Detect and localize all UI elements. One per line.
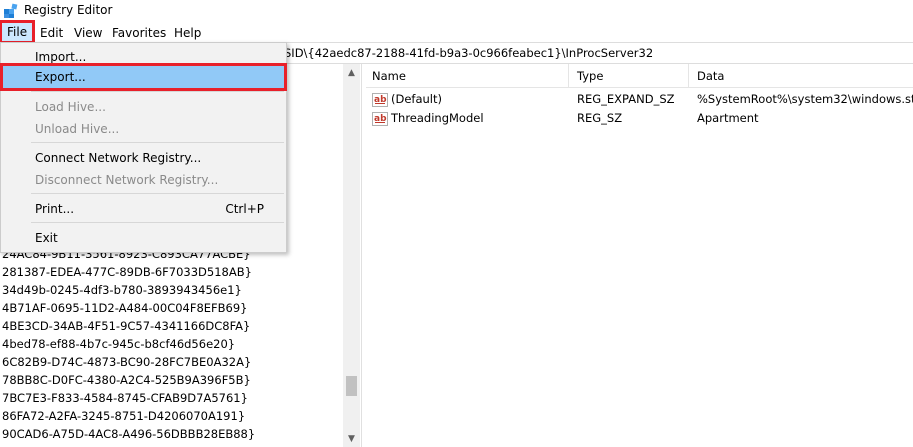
address-path: SID\{42aedc87-2188-41fd-b9a3-0c966feabec… [284,46,654,60]
value-name: ThreadingModel [391,111,484,125]
value-row[interactable]: ab ThreadingModel REG_SZ Apartment [366,109,913,128]
tree-node[interactable]: 7BC7E3-F833-4584-8745-CFAB9D7A5761} [2,388,248,408]
scroll-thumb[interactable] [346,376,357,396]
menu-item-disconnect-network-registry: Disconnect Network Registry... [35,173,219,187]
menu-item-import[interactable]: Import... [3,46,284,68]
menu-bar: File Edit View Favorites Help [0,20,913,44]
menu-edit[interactable]: Edit [36,24,67,42]
menu-separator [31,193,284,194]
value-name-cell: ab (Default) [372,90,442,109]
registry-editor-icon [4,3,18,18]
value-row[interactable]: ab (Default) REG_EXPAND_SZ %SystemRoot%\… [366,90,913,109]
file-menu-dropdown: Import... Export... Load Hive... Unload … [0,42,287,253]
menu-separator [31,222,284,223]
menu-separator [31,142,284,143]
menu-item-unload-hive: Unload Hive... [35,122,120,136]
menu-favorites[interactable]: Favorites [108,24,170,42]
menu-separator [31,91,284,92]
menu-item-export[interactable]: Export... [0,63,287,91]
column-name[interactable]: Name [366,64,569,88]
tree-node[interactable]: 34d49b-0245-4df3-b780-3893943456e1} [2,280,242,300]
scroll-down-arrow-icon[interactable]: ▼ [343,430,360,447]
menu-file[interactable]: File [0,20,36,44]
menu-item-connect-network-registry[interactable]: Connect Network Registry... [3,147,284,169]
string-value-icon: ab [372,111,388,126]
string-value-icon: ab [372,92,388,107]
tree-node[interactable]: 281387-EDEA-477C-89DB-6F7033D518AB} [2,262,252,282]
value-name: (Default) [391,92,442,106]
value-name-cell: ab ThreadingModel [372,109,484,128]
menu-help[interactable]: Help [170,24,205,42]
window-title: Registry Editor [24,3,113,17]
menu-item-load-hive: Load Hive... [35,100,106,114]
tree-node[interactable]: 4bed78-ef88-4b7c-945c-b8cf46d56e20} [2,334,235,354]
tree-node[interactable]: 6C82B9-D74C-4873-BC90-28FC7BE0A32A} [2,352,251,372]
tree-node[interactable]: 86FA72-A2FA-3245-8751-D4206070A191} [2,406,245,426]
menu-item-print-label: Print... [35,202,75,216]
menu-item-print[interactable]: Print... Ctrl+P [3,198,284,220]
column-type[interactable]: Type [571,64,689,88]
tree-scrollbar[interactable]: ▲ ▼ [343,64,360,447]
tree-node[interactable]: 78BB8C-D0FC-4380-A2C4-525B9A396F5B} [2,370,251,390]
print-shortcut: Ctrl+P [225,202,264,216]
title-bar: Registry Editor [0,0,913,22]
values-pane: Name Type Data ab (Default) REG_EXPAND_S… [366,64,913,447]
value-data: Apartment [697,111,759,125]
tree-node[interactable]: 4BE3CD-34AB-4F51-9C57-4341166DC8FA} [2,316,250,336]
scroll-up-arrow-icon[interactable]: ▲ [343,64,360,81]
value-type: REG_SZ [577,111,623,125]
tree-node[interactable]: 4B71AF-0695-11D2-A484-00C04F8EFB69} [2,298,248,318]
value-data: %SystemRoot%\system32\windows.stora [697,92,913,106]
value-type: REG_EXPAND_SZ [577,92,675,106]
menu-item-exit[interactable]: Exit [3,227,284,249]
column-data[interactable]: Data [691,64,913,88]
tree-node[interactable]: 90CAD6-A75D-4AC8-A496-56DBBB28EB88} [2,424,255,444]
list-header: Name Type Data [366,64,913,88]
menu-view[interactable]: View [70,24,106,42]
